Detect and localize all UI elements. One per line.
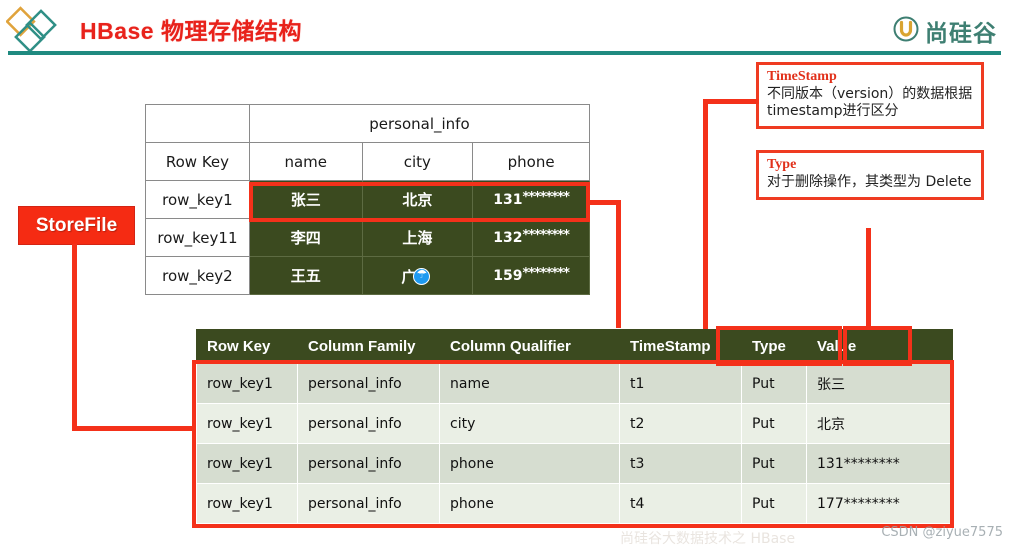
watermark-faint: 尚硅谷大数据技术之 HBase <box>620 531 796 547</box>
highlight-timestamp-column <box>716 326 842 366</box>
callout-timestamp-body: 不同版本（version）的数据根据timestamp进行区分 <box>767 86 973 119</box>
table-row-family-header: personal_info <box>145 104 591 143</box>
connector-storefile-horizontal <box>72 426 196 431</box>
table-row-qualifier-header: Row Key name city phone <box>145 142 590 181</box>
table-row: row_key2 王五 广 159******** <box>145 256 590 295</box>
callout-type: Type 对于删除操作，其类型为 Delete <box>756 150 984 200</box>
qualifier-header-name: name <box>248 142 363 181</box>
highlight-row-key1 <box>249 182 590 222</box>
name-cell: 王五 <box>248 256 363 295</box>
connector-storefile-vertical <box>72 244 77 429</box>
callout-type-title: Type <box>767 157 797 172</box>
brand-logo: 尚硅谷 <box>893 14 997 48</box>
storefile-callout: StoreFile <box>18 206 135 245</box>
connector-timestamp-horizontal <box>703 99 759 104</box>
highlight-storefile-rows <box>192 360 954 528</box>
storefile-label: StoreFile <box>35 214 118 236</box>
callout-timestamp-title: TimeStamp <box>767 69 837 84</box>
phone-cell: 159******** <box>472 256 590 295</box>
row-key-header: Row Key <box>145 142 250 181</box>
connector-type-vertical <box>866 228 871 329</box>
callout-timestamp: TimeStamp 不同版本（version）的数据根据timestamp进行区… <box>756 62 984 129</box>
city-cell: 广 <box>361 256 474 295</box>
phone-mask: ******** <box>522 227 570 243</box>
city-cell: 上海 <box>361 218 474 257</box>
qualifier-header-phone: phone <box>472 142 590 181</box>
u-mark-icon <box>893 16 919 47</box>
header-column-qualifier: Column Qualifier <box>439 329 620 364</box>
row-key-cell: row_key2 <box>145 256 250 295</box>
connector-row-vertical <box>616 200 621 328</box>
umbrella-badge-icon <box>413 266 431 285</box>
diamonds-logo-icon <box>5 6 62 53</box>
page-header: HBase 物理存储结构 尚硅谷 <box>0 0 1009 56</box>
name-cell: 李四 <box>248 218 363 257</box>
page-title: HBase 物理存储结构 <box>80 18 302 44</box>
row-key-cell: row_key1 <box>145 180 250 219</box>
qualifier-header-city: city <box>361 142 474 181</box>
header-divider <box>8 51 1001 55</box>
phone-prefix: 159 <box>493 267 523 284</box>
brand-name: 尚硅谷 <box>925 20 997 46</box>
phone-cell: 132******** <box>472 218 590 257</box>
watermark: CSDN @ziyue7575 <box>881 525 1003 540</box>
column-family-header: personal_info <box>248 104 591 143</box>
callout-type-body: 对于删除操作，其类型为 Delete <box>767 174 972 190</box>
phone-mask: ******** <box>522 265 570 281</box>
phone-prefix: 132 <box>493 229 523 246</box>
connector-timestamp-vertical <box>703 99 708 329</box>
corner-cell <box>145 104 250 143</box>
header-column-family: Column Family <box>297 329 440 364</box>
table-row: row_key11 李四 上海 132******** <box>145 218 590 257</box>
row-key-cell: row_key11 <box>145 218 250 257</box>
header-row-key: Row Key <box>196 329 298 364</box>
highlight-type-column <box>843 326 912 366</box>
